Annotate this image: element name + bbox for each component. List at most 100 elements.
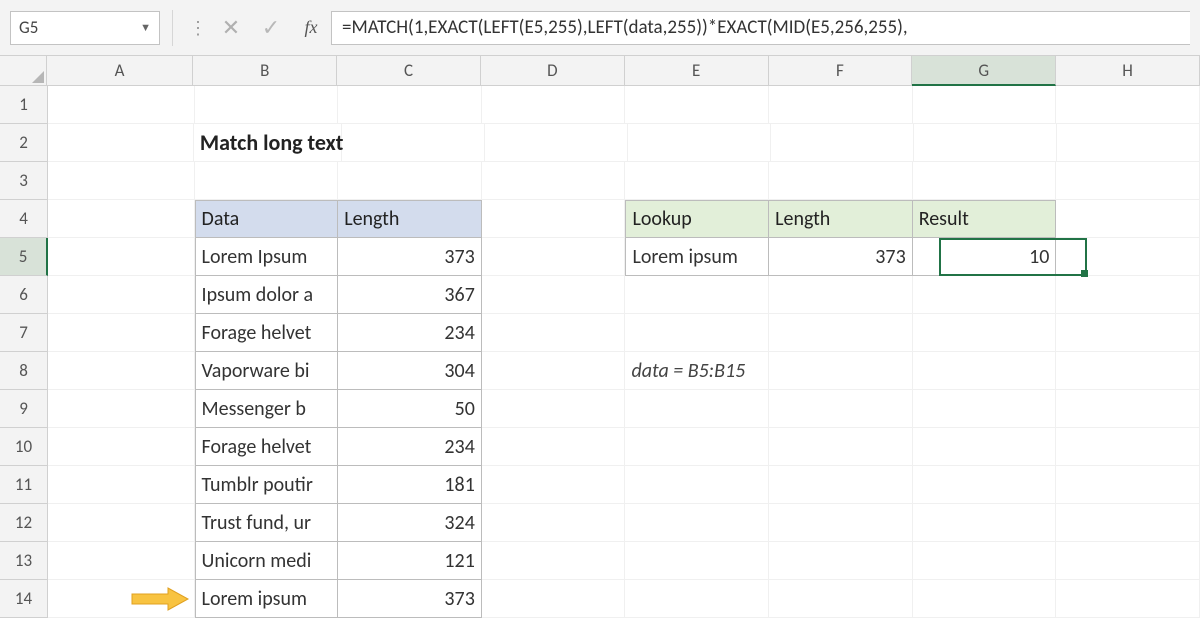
page-title[interactable]: Match long text: [194, 124, 342, 162]
cell[interactable]: [913, 504, 1057, 542]
cell[interactable]: [769, 542, 913, 580]
cell[interactable]: [625, 504, 769, 542]
cell[interactable]: [48, 162, 195, 200]
cell[interactable]: [628, 124, 771, 162]
cell[interactable]: [1057, 124, 1200, 162]
cell[interactable]: [1056, 276, 1200, 314]
cell[interactable]: [769, 466, 913, 504]
cell[interactable]: [913, 466, 1057, 504]
cell[interactable]: [482, 466, 626, 504]
cell[interactable]: [769, 428, 913, 466]
cell[interactable]: [625, 86, 769, 124]
cell[interactable]: [769, 86, 913, 124]
cell[interactable]: [914, 124, 1057, 162]
col-header-F[interactable]: F: [769, 56, 913, 86]
dropdown-icon[interactable]: ▼: [140, 21, 151, 34]
cell[interactable]: [769, 276, 913, 314]
table-cell[interactable]: 50: [338, 390, 482, 428]
cell[interactable]: [913, 428, 1057, 466]
table-header[interactable]: Lookup: [625, 200, 769, 238]
row-header-8[interactable]: 8: [0, 352, 48, 390]
cell[interactable]: [48, 428, 195, 466]
table-cell[interactable]: 324: [338, 504, 482, 542]
table-cell[interactable]: 234: [338, 428, 482, 466]
cell[interactable]: [625, 390, 769, 428]
result-cell[interactable]: 10: [913, 238, 1057, 276]
cell[interactable]: [769, 504, 913, 542]
table-cell[interactable]: Lorem ipsum: [195, 580, 339, 618]
table-header[interactable]: Length: [769, 200, 913, 238]
cell[interactable]: [913, 314, 1057, 352]
cell[interactable]: [769, 580, 913, 618]
cell[interactable]: [1056, 428, 1200, 466]
cell[interactable]: [482, 314, 626, 352]
cell[interactable]: [913, 86, 1057, 124]
col-header-B[interactable]: B: [193, 56, 337, 86]
row-header-13[interactable]: 13: [0, 542, 48, 580]
table-cell[interactable]: Vaporware bi: [195, 352, 339, 390]
name-box[interactable]: G5 ▼: [10, 11, 160, 45]
lookup-cell[interactable]: Lorem ipsum: [625, 238, 769, 276]
cell[interactable]: [913, 542, 1057, 580]
cell[interactable]: [48, 466, 195, 504]
row-header-3[interactable]: 3: [0, 162, 48, 200]
row-header-11[interactable]: 11: [0, 466, 48, 504]
cell[interactable]: [625, 428, 769, 466]
table-cell[interactable]: Forage helvet: [195, 428, 339, 466]
cell[interactable]: [195, 86, 339, 124]
cell[interactable]: [342, 124, 485, 162]
cell[interactable]: [48, 86, 195, 124]
cell[interactable]: [1056, 200, 1200, 238]
cell[interactable]: [482, 86, 626, 124]
cell[interactable]: [913, 162, 1057, 200]
col-header-A[interactable]: A: [47, 56, 194, 86]
cell[interactable]: [1056, 504, 1200, 542]
cell[interactable]: [769, 162, 913, 200]
row-header-10[interactable]: 10: [0, 428, 48, 466]
fx-icon[interactable]: fx: [291, 17, 331, 38]
table-cell[interactable]: Forage helvet: [195, 314, 339, 352]
cell[interactable]: [48, 352, 195, 390]
cell[interactable]: [48, 390, 195, 428]
cell[interactable]: [482, 504, 626, 542]
table-cell[interactable]: 234: [338, 314, 482, 352]
cell[interactable]: [482, 428, 626, 466]
cell[interactable]: [482, 542, 626, 580]
cell[interactable]: [482, 580, 626, 618]
note-text[interactable]: data = B5:B15: [625, 352, 769, 390]
cell[interactable]: [482, 276, 626, 314]
select-all-corner[interactable]: [0, 56, 47, 86]
check-icon[interactable]: ✓: [251, 14, 291, 41]
table-cell[interactable]: 121: [338, 542, 482, 580]
cell[interactable]: [48, 580, 195, 618]
row-header-12[interactable]: 12: [0, 504, 48, 542]
cell[interactable]: [482, 238, 626, 276]
length-cell[interactable]: 373: [769, 238, 913, 276]
cell[interactable]: [1056, 390, 1200, 428]
cell[interactable]: [625, 314, 769, 352]
col-header-C[interactable]: C: [337, 56, 481, 86]
cell[interactable]: [338, 162, 482, 200]
cell[interactable]: [625, 276, 769, 314]
table-cell[interactable]: Lorem Ipsum: [195, 238, 339, 276]
cell[interactable]: [771, 124, 914, 162]
col-header-E[interactable]: E: [625, 56, 769, 86]
cell[interactable]: [48, 542, 195, 580]
cell[interactable]: [338, 86, 482, 124]
table-header[interactable]: Result: [913, 200, 1057, 238]
cell[interactable]: [625, 542, 769, 580]
cell[interactable]: [1056, 542, 1200, 580]
cell[interactable]: [48, 238, 195, 276]
row-header-4[interactable]: 4: [0, 200, 48, 238]
cell[interactable]: [485, 124, 628, 162]
cell[interactable]: [1056, 352, 1200, 390]
cell[interactable]: [625, 162, 769, 200]
cell[interactable]: [1056, 238, 1200, 276]
cancel-icon[interactable]: ✕: [211, 14, 251, 41]
cell[interactable]: [48, 504, 195, 542]
cell[interactable]: [1056, 86, 1200, 124]
cell[interactable]: [913, 276, 1057, 314]
table-header[interactable]: Data: [195, 200, 339, 238]
cell[interactable]: [769, 314, 913, 352]
more-icon[interactable]: ⋮: [185, 17, 211, 39]
